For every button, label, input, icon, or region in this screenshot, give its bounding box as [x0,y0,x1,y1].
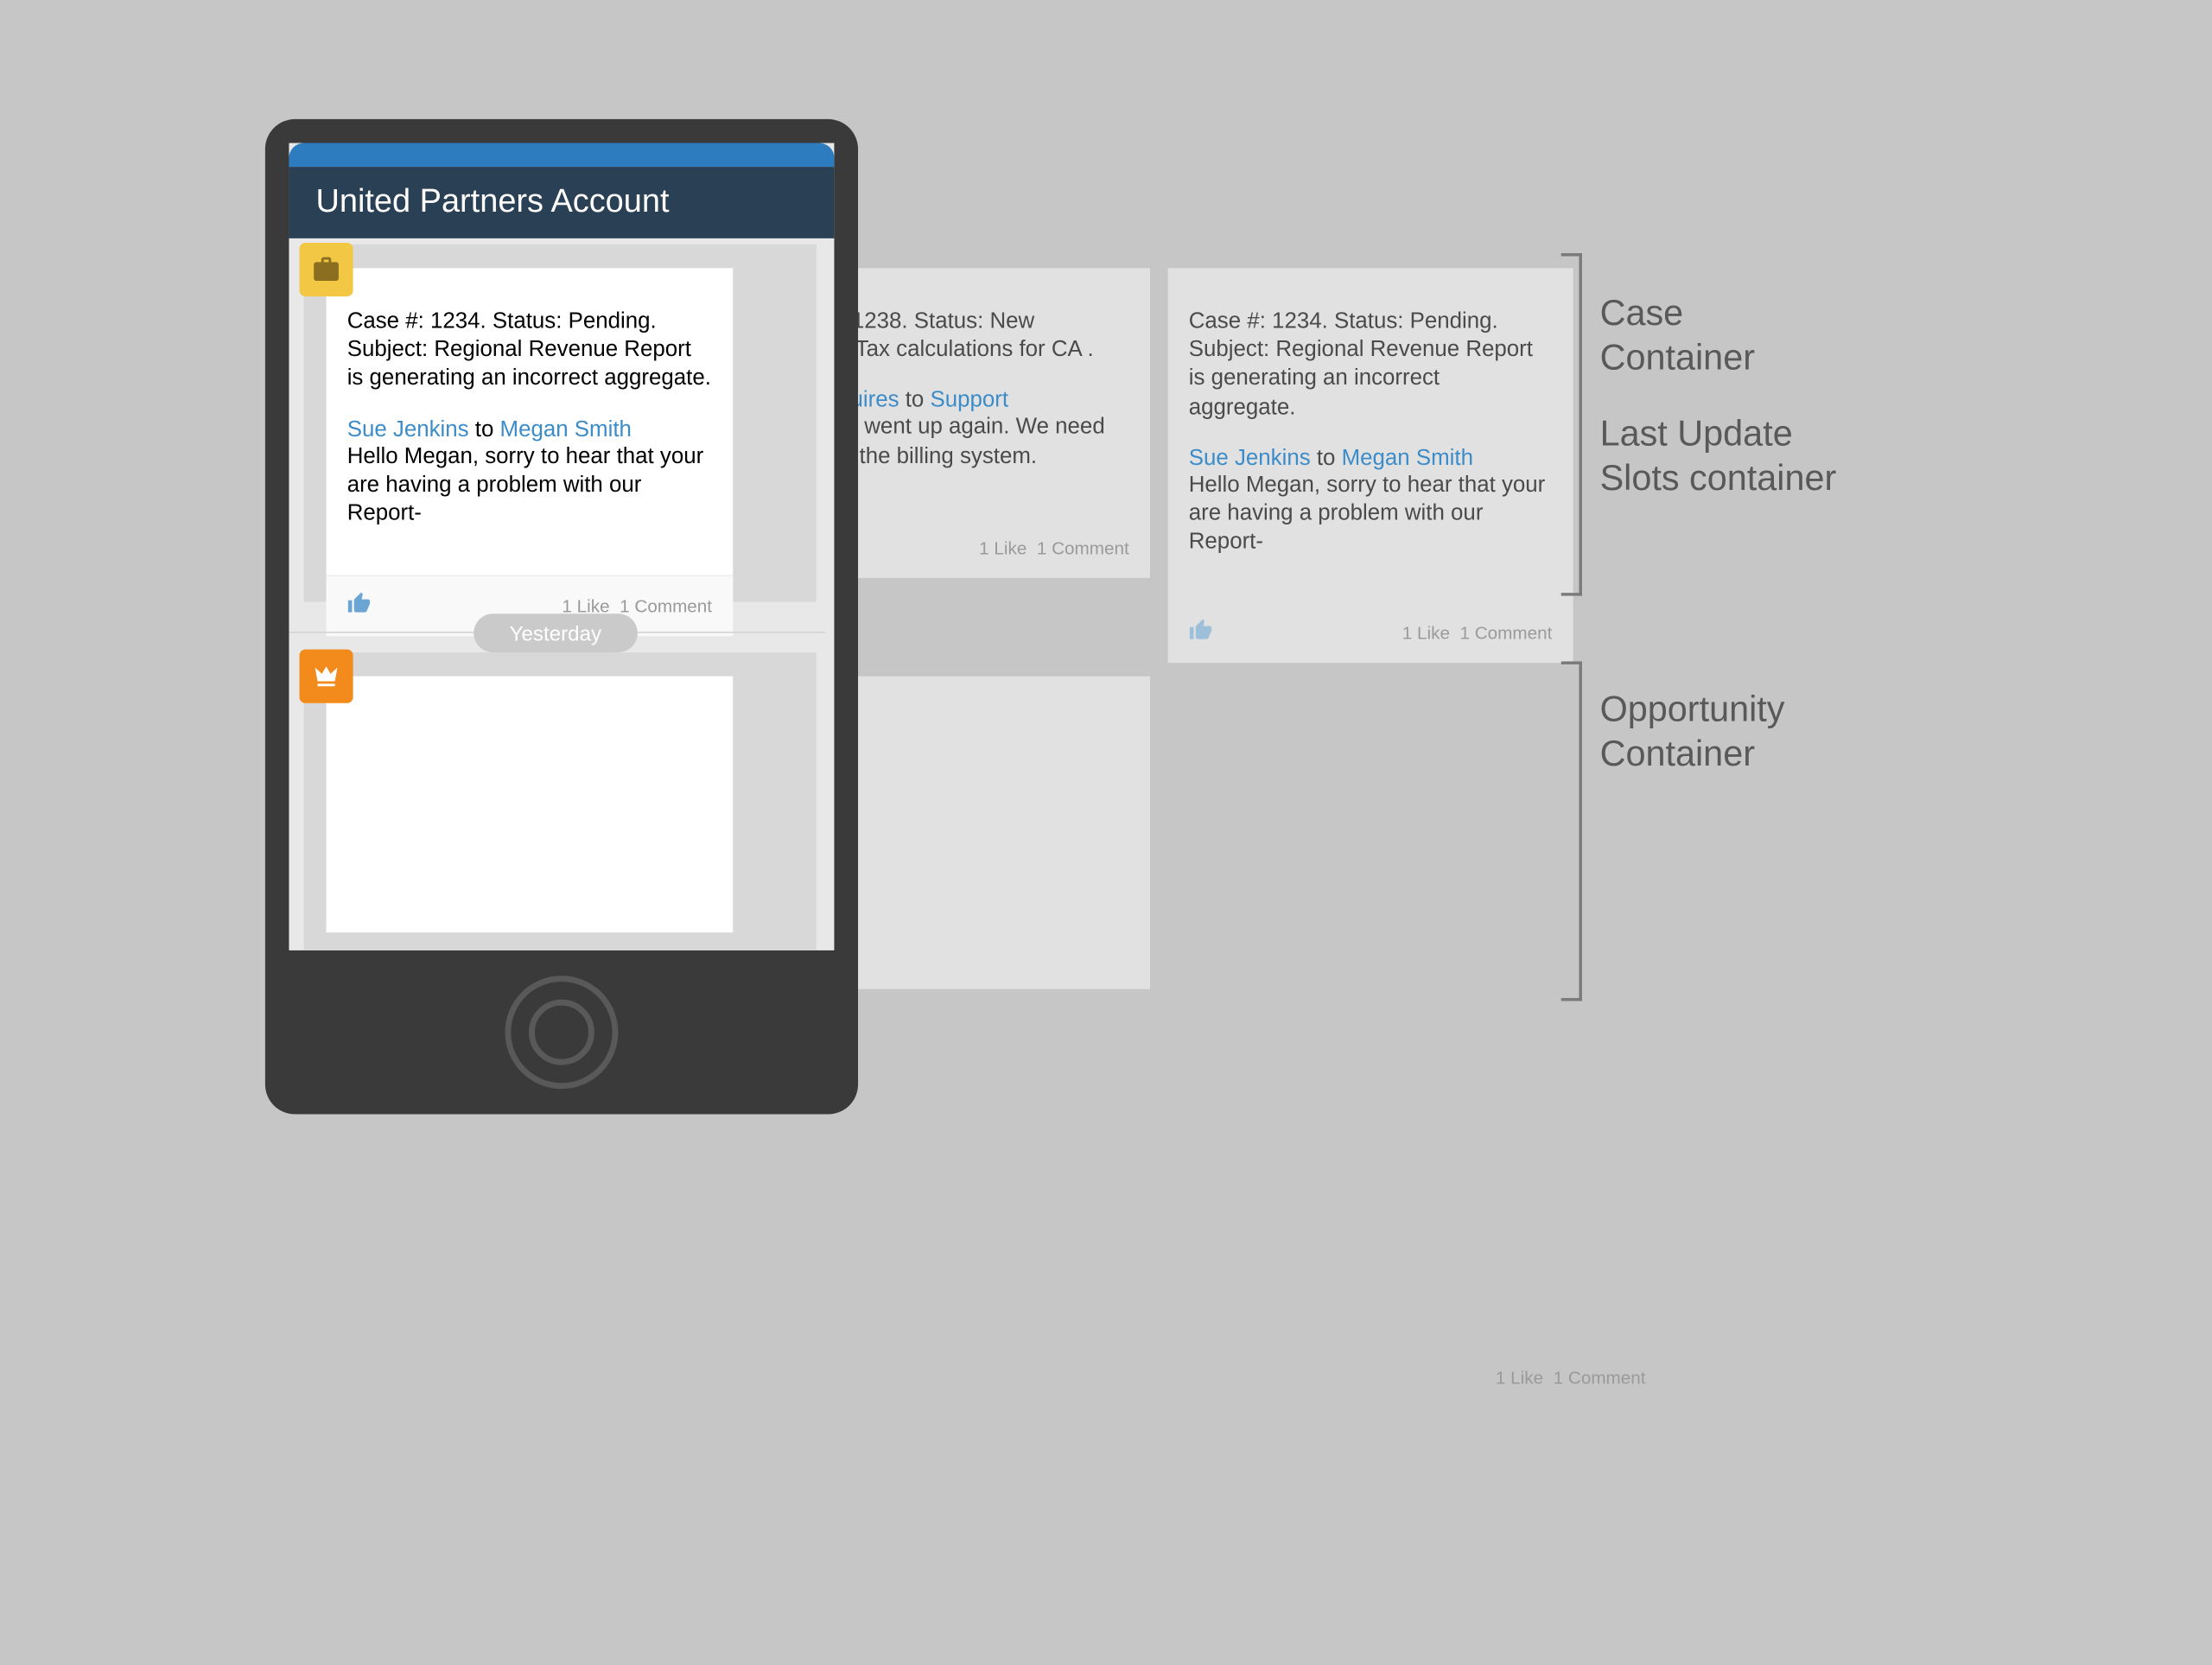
bracket-case [1555,253,1582,596]
annotation-last-update: Last Update Slots container [1600,413,1837,502]
sender-link[interactable]: Sue Jenkins [1189,445,1311,470]
page-title: United Partners Account [315,181,807,220]
case-body: Hello Megan, sorry to hear that your are… [1189,470,1553,556]
footer-stats: 1 Like 1 Comment [979,537,1129,558]
opportunity-card-1[interactable] [327,677,734,933]
like-icon[interactable] [1189,619,1213,648]
footer-stats: 1 Like 1 Comment [1402,623,1553,644]
crown-icon [300,650,353,703]
title-bar: United Partners Account [289,167,834,238]
status-bar [289,143,834,168]
case-card-1[interactable]: Case #: 1234. Status: Pending. Subject: … [327,268,734,636]
case-subject: Subject: Regional Revenue Report is gene… [347,335,712,392]
recipient-link[interactable]: Megan Smith [500,416,632,442]
like-icon[interactable] [347,592,372,621]
bracket-opportunity [1555,661,1582,1001]
day-divider-pill: Yesterday [474,613,637,652]
case-from-to: Sue Jenkins to Megan Smith [347,416,712,442]
case-from-to: Sue Jenkins to Megan Smith [1189,445,1553,470]
footer-stats: 1 Like 1 Comment [1496,1352,1897,1665]
home-button[interactable] [505,975,618,1089]
recipient-link[interactable]: Megan Smith [1342,445,1473,470]
case-card-3[interactable]: Case #: 1234. Status: Pending. Subject: … [1168,268,1573,663]
briefcase-icon [300,243,353,296]
case-header: Case #: 1234. Status: Pending. [347,307,712,335]
card-footer: 1 Like 1 Comment [1168,604,1573,664]
home-button-inner [529,1000,594,1065]
home-button-area [289,950,834,1115]
sender-link[interactable]: Sue Jenkins [347,416,469,442]
annotation-opportunity-container: Opportunity Container [1600,688,1785,777]
annotation-case-container: Case Container [1600,292,1755,381]
recipient-link[interactable]: Support [930,388,1008,413]
case-body: Hello Megan, sorry to hear that your are… [347,442,712,527]
case-header: Case #: 1234. Status: Pending. [1189,307,1553,335]
case-subject: Subject: Regional Revenue Report is gene… [1189,335,1553,421]
